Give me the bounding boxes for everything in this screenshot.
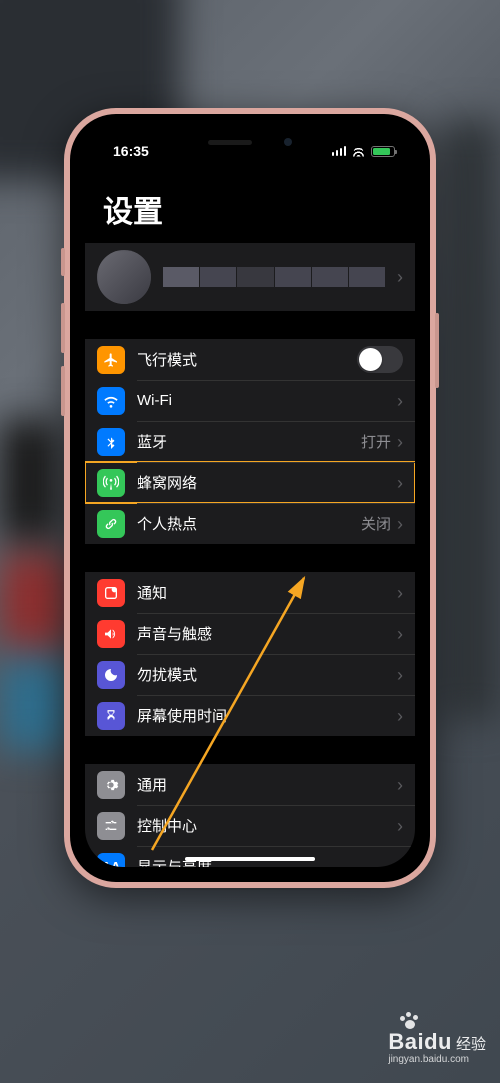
settings-row-sounds[interactable]: 声音与触感› [85,613,415,654]
row-label: 声音与触感 [137,623,397,644]
row-value: 关闭 [361,513,391,534]
settings-row-cellular[interactable]: 蜂窝网络› [85,462,415,503]
profile-row[interactable]: › [85,243,415,311]
status-time: 16:35 [113,143,149,159]
home-indicator[interactable] [185,857,315,861]
chevron-right-icon: › [397,858,403,868]
watermark-suffix: 经验 [456,1033,486,1054]
wifi-icon [97,387,125,415]
cellular-signal-icon [332,146,347,156]
watermark: Baidu 经验 jingyan.baidu.com [388,1029,486,1065]
link-icon [97,510,125,538]
chevron-right-icon: › [397,433,403,451]
chevron-right-icon: › [397,707,403,725]
battery-icon [371,146,395,157]
chevron-right-icon: › [397,392,403,410]
volume-up-button [61,303,65,353]
settings-row-airplane[interactable]: 飞行模式 [85,339,415,380]
page-title: 设置 [85,169,415,243]
watermark-paw-icon [398,1011,422,1029]
chevron-right-icon: › [397,515,403,533]
chevron-right-icon: › [397,776,403,794]
wifi-status-icon [351,146,366,157]
moon-icon [97,661,125,689]
hourglass-icon [97,702,125,730]
watermark-brand: Baidu [388,1029,452,1055]
power-button [435,313,439,388]
gear-icon [97,771,125,799]
row-label: 个人热点 [137,513,361,534]
toggle-airplane[interactable] [357,346,403,373]
row-label: 蜂窝网络 [137,472,397,493]
mute-switch [61,248,65,276]
row-label: 蓝牙 [137,431,361,452]
settings-row-notifications[interactable]: 通知› [85,572,415,613]
notch [165,129,335,155]
chevron-right-icon: › [397,268,403,286]
chevron-right-icon: › [397,474,403,492]
chevron-right-icon: › [397,817,403,835]
row-label: 勿扰模式 [137,664,397,685]
settings-list: 飞行模式Wi-Fi›蓝牙打开›蜂窝网络›个人热点关闭›通知›声音与触感›勿扰模式… [85,339,415,867]
settings-row-dnd[interactable]: 勿扰模式› [85,654,415,695]
sliders-icon [97,812,125,840]
row-label: 通用 [137,774,397,795]
screen: 16:35 设置 › 飞行模式Wi-Fi›蓝牙打开›蜂窝网络›个人热点关闭›通知… [85,129,415,867]
profile-info-redacted [163,267,385,287]
row-label: Wi-Fi [137,392,397,409]
settings-row-control[interactable]: 控制中心› [85,805,415,846]
settings-row-bluetooth[interactable]: 蓝牙打开 › [85,421,415,462]
settings-row-hotspot[interactable]: 个人热点关闭 › [85,503,415,544]
chevron-right-icon: › [397,625,403,643]
row-value: 打开 [361,431,391,452]
settings-row-screentime[interactable]: 屏幕使用时间› [85,695,415,736]
settings-row-wifi[interactable]: Wi-Fi› [85,380,415,421]
avatar [97,250,151,304]
notif-icon [97,579,125,607]
chevron-right-icon: › [397,666,403,684]
cell-icon [97,469,125,497]
row-label: 飞行模式 [137,349,357,370]
plane-icon [97,346,125,374]
row-label: 屏幕使用时间 [137,705,397,726]
settings-row-general[interactable]: 通用› [85,764,415,805]
row-label: 控制中心 [137,815,397,836]
bt-icon [97,428,125,456]
chevron-right-icon: › [397,584,403,602]
volume-down-button [61,366,65,416]
aa-icon: AA [97,853,125,868]
phone-frame: 16:35 设置 › 飞行模式Wi-Fi›蓝牙打开›蜂窝网络›个人热点关闭›通知… [64,108,436,888]
watermark-url: jingyan.baidu.com [388,1054,486,1065]
sound-icon [97,620,125,648]
row-label: 通知 [137,582,397,603]
